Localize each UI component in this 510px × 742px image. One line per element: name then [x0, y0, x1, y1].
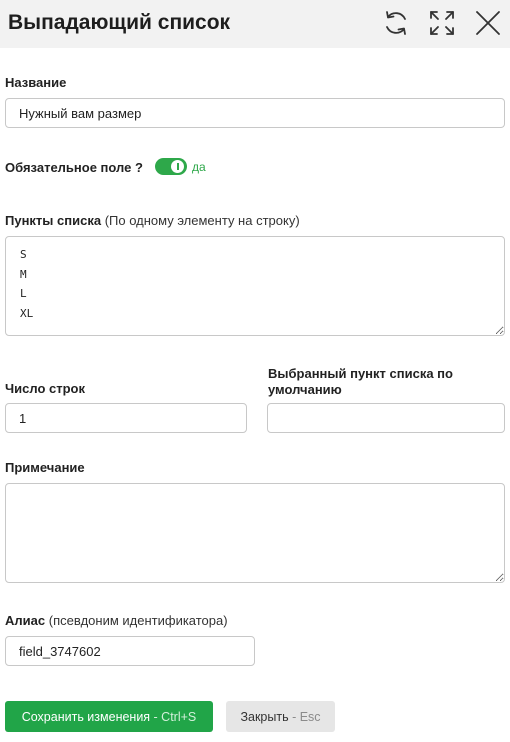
dialog-header: Выпадающий список [0, 0, 510, 48]
close-icon[interactable] [473, 8, 503, 38]
save-button[interactable]: Сохранить изменения - Ctrl+S [5, 701, 213, 732]
note-textarea[interactable] [5, 483, 505, 583]
alias-input[interactable] [5, 636, 255, 666]
items-label-hint: (По одному элементу на строку) [104, 213, 300, 228]
alias-label-text: Алиас [5, 613, 46, 628]
name-label: Название [5, 75, 67, 90]
default-item-label: Выбранный пункт списка по умолчанию [268, 366, 453, 397]
items-textarea[interactable]: S M L XL [5, 236, 505, 336]
alias-label: Алиас (псевдоним идентификатора) [5, 613, 228, 628]
toggle-knob [171, 160, 184, 173]
rows-input[interactable] [5, 403, 247, 433]
save-shortcut: - Ctrl+S [150, 709, 197, 724]
save-button-label: Сохранить изменения [21, 709, 151, 724]
note-label: Примечание [5, 460, 85, 475]
refresh-icon[interactable] [381, 8, 411, 38]
default-item-input[interactable] [267, 403, 505, 433]
alias-label-hint: (псевдоним идентификатора) [48, 613, 228, 628]
close-shortcut: - Esc [288, 709, 321, 724]
required-toggle[interactable] [155, 158, 187, 175]
items-label-text: Пункты списка [5, 213, 102, 228]
close-button-label: Закрыть [240, 709, 289, 724]
dialog-title: Выпадающий список [8, 11, 231, 34]
name-input[interactable] [5, 98, 505, 128]
expand-icon[interactable] [427, 8, 457, 38]
items-label: Пункты списка (По одному элементу на стр… [5, 213, 300, 228]
required-label: Обязательное поле ? [5, 160, 143, 175]
close-button[interactable]: Закрыть - Esc [226, 701, 335, 732]
rows-label: Число строк [5, 381, 85, 396]
required-state-text: да [192, 160, 206, 174]
